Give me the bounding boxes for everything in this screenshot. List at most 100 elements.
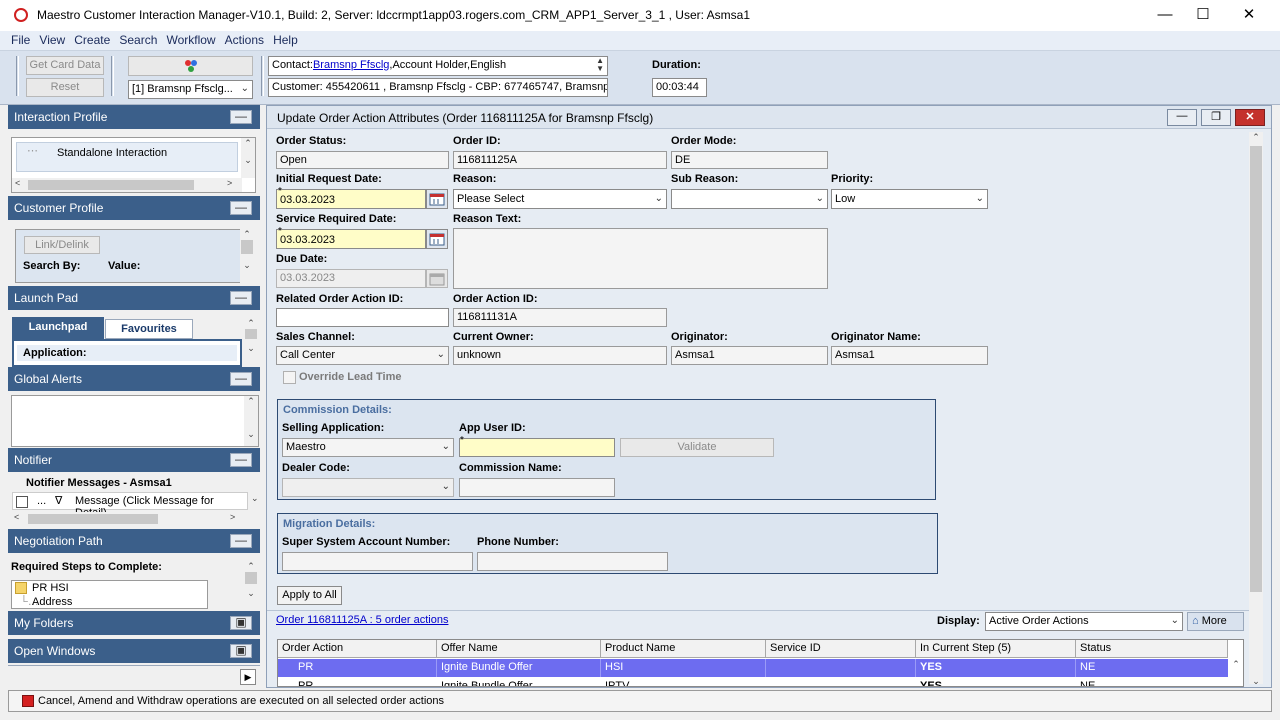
- vertical-scrollbar[interactable]: ⌃ ⌄: [244, 396, 258, 446]
- app-user-id-field[interactable]: [459, 438, 615, 457]
- column-header-product-name[interactable]: Product Name: [601, 640, 766, 658]
- scroll-thumb[interactable]: [241, 240, 253, 254]
- scroll-left-icon[interactable]: <: [15, 178, 20, 188]
- tab-launchpad[interactable]: Launchpad: [12, 317, 104, 339]
- vertical-scrollbar[interactable]: ⌃ ⌄: [241, 138, 255, 178]
- vertical-scrollbar[interactable]: ⌃ ⌄: [244, 561, 258, 609]
- phone-number-field[interactable]: [477, 552, 668, 571]
- dealer-code-select[interactable]: ⌄: [282, 478, 454, 497]
- table-row[interactable]: PR Ignite Bundle Offer IPTV YES NE: [278, 678, 1228, 686]
- link-delink-button[interactable]: Link/Delink: [24, 236, 100, 254]
- column-header-status[interactable]: Status: [1076, 640, 1228, 658]
- scroll-down-icon[interactable]: ⌄: [1249, 676, 1263, 687]
- scroll-down-icon[interactable]: ⌄: [241, 155, 255, 166]
- filter-icon[interactable]: ∇: [55, 494, 62, 507]
- reason-text-area[interactable]: [453, 228, 828, 289]
- scroll-down-icon[interactable]: ⌄: [244, 588, 258, 599]
- collapse-icon[interactable]: —: [230, 291, 252, 305]
- form-vertical-scrollbar[interactable]: ⌃ ⌄: [1249, 132, 1263, 687]
- open-windows-header[interactable]: Open Windows ▣: [8, 639, 260, 663]
- expand-right-icon[interactable]: ▶: [240, 669, 256, 685]
- column-header-in-current-step[interactable]: In Current Step (5): [916, 640, 1076, 658]
- customer-icon-button[interactable]: [128, 56, 253, 76]
- menu-file[interactable]: File: [8, 31, 33, 47]
- order-actions-link[interactable]: Order 116811125A : 5 order actions: [276, 614, 448, 626]
- maximize-button[interactable]: ☐: [1180, 0, 1226, 31]
- restore-icon[interactable]: ▣: [230, 644, 252, 658]
- scroll-up-icon[interactable]: ⌃: [240, 229, 254, 240]
- close-button[interactable]: ✕: [1226, 0, 1272, 31]
- scroll-up-icon[interactable]: ⌃: [244, 561, 258, 572]
- horizontal-scrollbar[interactable]: < >: [12, 512, 242, 526]
- scroll-up-icon[interactable]: ⌃: [1229, 659, 1243, 670]
- restore-icon[interactable]: ▣: [230, 616, 252, 630]
- get-card-data-button[interactable]: Get Card Data: [26, 56, 104, 75]
- validate-button[interactable]: Validate: [620, 438, 774, 457]
- reset-button[interactable]: Reset: [26, 78, 104, 97]
- collapse-icon[interactable]: —: [230, 372, 252, 386]
- selling-application-select[interactable]: Maestro ⌄: [282, 438, 454, 457]
- tab-favourites[interactable]: Favourites: [105, 319, 193, 339]
- scroll-thumb[interactable]: [28, 180, 194, 190]
- collapse-icon[interactable]: —: [230, 534, 252, 548]
- step-pr-hsi[interactable]: PR HSI: [32, 582, 69, 594]
- negotiation-path-header[interactable]: Negotiation Path —: [8, 529, 260, 553]
- vertical-scrollbar[interactable]: ⌃ ⌄: [244, 318, 258, 366]
- scroll-down-icon[interactable]: ⌄: [244, 343, 258, 354]
- scroll-right-icon[interactable]: >: [230, 512, 235, 522]
- collapse-icon[interactable]: —: [230, 110, 252, 124]
- more-button[interactable]: ⌂ More: [1187, 612, 1244, 631]
- table-vertical-scrollbar[interactable]: ⌃: [1229, 659, 1243, 686]
- column-dots[interactable]: ...: [37, 495, 46, 507]
- scroll-up-icon[interactable]: ⌃: [244, 396, 258, 407]
- contact-name-link[interactable]: Bramsnp Ffsclg: [313, 59, 389, 71]
- sales-channel-select[interactable]: Call Center ⌄: [276, 346, 449, 365]
- global-alerts-header[interactable]: Global Alerts —: [8, 367, 260, 391]
- scroll-thumb[interactable]: [28, 514, 158, 524]
- column-header-order-action[interactable]: Order Action: [278, 640, 437, 658]
- super-system-account-field[interactable]: [282, 552, 473, 571]
- display-select[interactable]: Active Order Actions ⌄: [985, 612, 1183, 631]
- menu-view[interactable]: View: [36, 31, 68, 47]
- scroll-right-icon[interactable]: >: [227, 178, 232, 188]
- notifier-header[interactable]: Notifier —: [8, 448, 260, 472]
- vertical-scrollbar[interactable]: ⌃ ⌄: [240, 229, 254, 283]
- inner-close-button[interactable]: ✕: [1235, 109, 1265, 126]
- menu-search[interactable]: Search: [116, 31, 160, 47]
- apply-to-all-button[interactable]: Apply to All: [277, 586, 342, 605]
- interaction-item[interactable]: ⋯ Standalone Interaction: [16, 142, 238, 172]
- menu-actions[interactable]: Actions: [222, 31, 267, 47]
- my-folders-header[interactable]: My Folders ▣: [8, 611, 260, 635]
- chevron-down-icon[interactable]: ⌄: [251, 493, 259, 504]
- reason-select[interactable]: Please Select ⌄: [453, 189, 667, 209]
- step-address[interactable]: Address: [32, 596, 72, 608]
- menu-help[interactable]: Help: [270, 31, 301, 47]
- scroll-down-icon[interactable]: ⌄: [240, 260, 254, 271]
- inner-minimize-button[interactable]: —: [1167, 109, 1197, 126]
- spin-arrows-icon[interactable]: ▲ ▼: [596, 57, 604, 73]
- select-all-checkbox[interactable]: [16, 496, 28, 508]
- calendar-icon[interactable]: [426, 189, 448, 209]
- interaction-profile-header[interactable]: Interaction Profile —: [8, 105, 260, 129]
- menu-workflow[interactable]: Workflow: [163, 31, 218, 47]
- initial-request-date-field[interactable]: 03.03.2023: [276, 189, 426, 209]
- scroll-down-icon[interactable]: ⌄: [244, 429, 258, 440]
- sub-reason-select[interactable]: ⌄: [671, 189, 828, 209]
- override-lead-time-checkbox[interactable]: [283, 371, 296, 384]
- scroll-thumb[interactable]: [245, 329, 257, 339]
- scroll-up-icon[interactable]: ⌃: [241, 138, 255, 149]
- priority-select[interactable]: Low ⌄: [831, 189, 988, 209]
- collapse-icon[interactable]: —: [230, 201, 252, 215]
- collapse-icon[interactable]: —: [230, 453, 252, 467]
- menu-create[interactable]: Create: [71, 31, 113, 47]
- inner-restore-button[interactable]: ❐: [1201, 109, 1231, 126]
- table-row[interactable]: PR Ignite Bundle Offer HSI YES NE: [278, 659, 1228, 677]
- scroll-up-icon[interactable]: ⌃: [1249, 132, 1263, 143]
- scroll-thumb[interactable]: [245, 572, 257, 584]
- customer-profile-header[interactable]: Customer Profile —: [8, 196, 260, 220]
- related-order-action-id-field[interactable]: [276, 308, 449, 327]
- horizontal-scrollbar[interactable]: < >: [12, 178, 242, 192]
- scroll-left-icon[interactable]: <: [14, 512, 19, 522]
- service-required-date-field[interactable]: 03.03.2023: [276, 229, 426, 249]
- calendar-icon[interactable]: [426, 229, 448, 249]
